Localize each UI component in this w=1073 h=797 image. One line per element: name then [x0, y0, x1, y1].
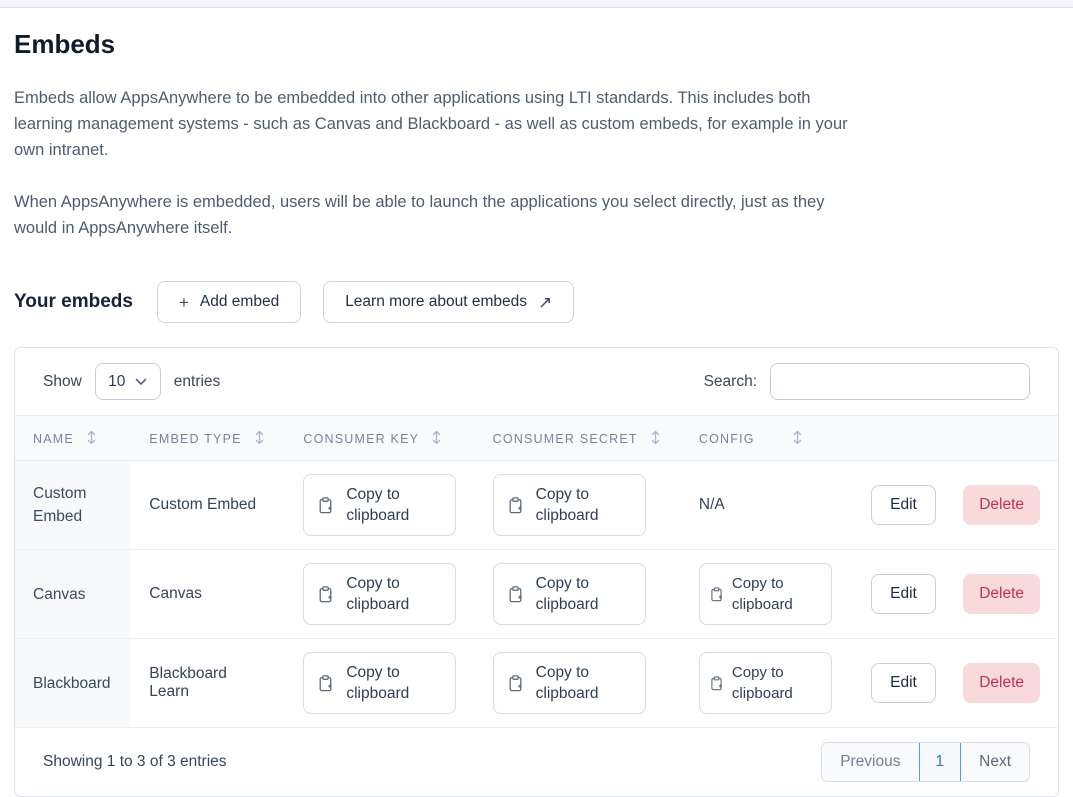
page-size-select[interactable]: 10 — [95, 363, 161, 400]
clipboard-icon — [318, 497, 333, 514]
section-title: Your embeds — [14, 291, 133, 313]
column-header-consumer-secret[interactable]: Consumer Secret — [475, 416, 681, 461]
copy-consumer-secret-button[interactable]: Copy to clipboard — [493, 563, 646, 625]
learn-more-button[interactable]: Learn more about embeds ↗ — [323, 281, 574, 323]
chevron-down-icon — [135, 378, 147, 386]
sort-icon — [255, 430, 264, 445]
table-header-row: Name Embed Type Consumer Key Consumer Se… — [15, 416, 1058, 461]
embed-type-cell: Custom Embed — [131, 461, 285, 550]
column-header-actions — [853, 416, 1058, 461]
add-embed-label: Add embed — [200, 293, 279, 311]
copy-config-button[interactable]: Copy to clipboard — [699, 652, 832, 714]
copy-config-button[interactable]: Copy to clipboard — [699, 563, 832, 625]
page-title: Embeds — [14, 28, 1059, 60]
copy-button-label: Copy to clipboard — [346, 484, 441, 526]
embeds-page: Embeds Embeds allow AppsAnywhere to be e… — [0, 28, 1073, 797]
clipboard-icon — [508, 497, 523, 514]
copy-consumer-secret-button[interactable]: Copy to clipboard — [493, 652, 646, 714]
edit-button[interactable]: Edit — [871, 663, 936, 703]
copy-button-label: Copy to clipboard — [732, 573, 821, 615]
row-name-cell: Canvas — [15, 550, 131, 639]
copy-button-label: Copy to clipboard — [346, 662, 441, 704]
config-cell: N/A — [681, 461, 853, 550]
table-row: Custom Embed Custom Embed Copy to clipbo… — [15, 461, 1058, 550]
sort-icon — [651, 430, 660, 445]
edit-button[interactable]: Edit — [871, 485, 936, 525]
intro-paragraph-2: When AppsAnywhere is embedded, users wil… — [14, 189, 852, 241]
add-embed-button[interactable]: + Add embed — [157, 281, 301, 323]
table-row: Blackboard Blackboard Learn Copy to clip… — [15, 639, 1058, 728]
copy-button-label: Copy to clipboard — [346, 573, 441, 615]
copy-consumer-key-button[interactable]: Copy to clipboard — [303, 474, 456, 536]
row-name-cell: Blackboard — [15, 639, 131, 728]
search-input[interactable] — [770, 363, 1030, 400]
embeds-table-card: Show 10 entries Search: Name Embed T — [14, 347, 1059, 797]
edit-button[interactable]: Edit — [871, 574, 936, 614]
clipboard-icon — [710, 587, 723, 602]
clipboard-icon — [710, 676, 723, 691]
copy-button-label: Copy to clipboard — [536, 484, 631, 526]
embed-type-cell: Blackboard Learn — [131, 639, 285, 728]
sort-icon — [432, 430, 441, 445]
copy-button-label: Copy to clipboard — [732, 662, 821, 704]
delete-button[interactable]: Delete — [963, 485, 1040, 525]
clipboard-icon — [318, 586, 333, 603]
sort-icon — [793, 430, 802, 445]
page-size-control: Show 10 entries — [43, 363, 220, 400]
page-size-value: 10 — [108, 373, 125, 391]
copy-button-label: Copy to clipboard — [536, 573, 631, 615]
delete-button[interactable]: Delete — [963, 574, 1040, 614]
your-embeds-toolbar: Your embeds + Add embed Learn more about… — [14, 281, 1059, 323]
pagination-page-1-button[interactable]: 1 — [919, 742, 962, 782]
clipboard-icon — [508, 675, 523, 692]
plus-icon: + — [179, 294, 189, 311]
copy-consumer-secret-button[interactable]: Copy to clipboard — [493, 474, 646, 536]
embed-type-cell: Canvas — [131, 550, 285, 639]
table-row: Canvas Canvas Copy to clipboard Copy to … — [15, 550, 1058, 639]
top-navbar-edge — [0, 0, 1073, 8]
search-control: Search: — [704, 363, 1030, 400]
entries-label: entries — [174, 373, 221, 391]
pagination-previous-button[interactable]: Previous — [822, 743, 918, 781]
pagination-next-button[interactable]: Next — [961, 743, 1029, 781]
show-label: Show — [43, 373, 82, 391]
embeds-table: Name Embed Type Consumer Key Consumer Se… — [15, 415, 1058, 728]
clipboard-icon — [508, 586, 523, 603]
column-header-config[interactable]: Config — [681, 416, 853, 461]
row-name-cell: Custom Embed — [15, 461, 131, 550]
search-label: Search: — [704, 373, 757, 391]
table-controls: Show 10 entries Search: — [15, 348, 1058, 415]
table-footer: Showing 1 to 3 of 3 entries Previous 1 N… — [15, 728, 1058, 796]
learn-more-label: Learn more about embeds — [345, 293, 527, 311]
intro-paragraph-1: Embeds allow AppsAnywhere to be embedded… — [14, 85, 852, 163]
clipboard-icon — [318, 675, 333, 692]
entries-summary: Showing 1 to 3 of 3 entries — [43, 753, 227, 771]
column-header-embed-type[interactable]: Embed Type — [131, 416, 285, 461]
sort-icon — [87, 430, 96, 445]
copy-consumer-key-button[interactable]: Copy to clipboard — [303, 563, 456, 625]
external-link-icon: ↗ — [538, 294, 552, 311]
copy-consumer-key-button[interactable]: Copy to clipboard — [303, 652, 456, 714]
delete-button[interactable]: Delete — [963, 663, 1040, 703]
column-header-name[interactable]: Name — [15, 416, 131, 461]
column-header-consumer-key[interactable]: Consumer Key — [285, 416, 474, 461]
pagination: Previous 1 Next — [821, 742, 1030, 782]
copy-button-label: Copy to clipboard — [536, 662, 631, 704]
